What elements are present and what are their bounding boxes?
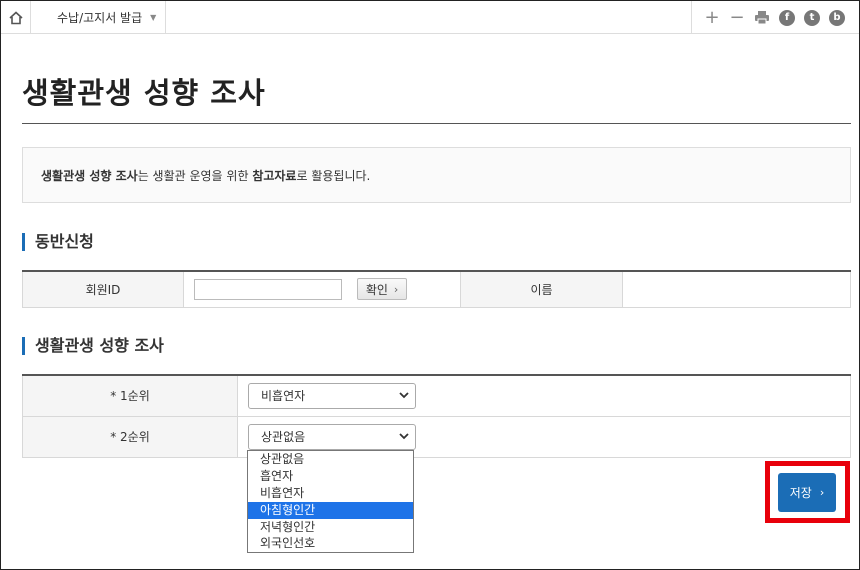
option-item[interactable]: 비흡연자 xyxy=(248,485,413,502)
chevron-right-icon: › xyxy=(819,486,825,499)
chevron-right-icon: › xyxy=(393,282,399,296)
name-value xyxy=(622,270,851,308)
blog-icon[interactable]: b xyxy=(829,9,845,26)
twitter-icon[interactable]: t xyxy=(804,9,820,26)
option-item[interactable]: 외국인선호 xyxy=(248,535,413,552)
save-button-label: 저장 xyxy=(789,486,812,500)
option-item-highlighted[interactable]: 아침형인간 xyxy=(248,501,413,519)
notice-emphasis-2: 참고자료 xyxy=(252,168,297,183)
breadcrumb-label: 수납/고지서 발급 xyxy=(57,11,143,25)
survey-section-heading: 생활관생 성향 조사 xyxy=(22,337,164,355)
rank2-selected-value: 상관없음 xyxy=(261,430,306,444)
notice-box: 생활관생 성향 조사는 생활관 운영을 위한 참고자료로 활용됩니다. xyxy=(22,147,851,203)
option-item[interactable]: 상관없음 xyxy=(248,451,413,468)
rank2-options-list: 상관없음 흡연자 비흡연자 아침형인간 저녁형인간 외국인선호 xyxy=(247,450,414,554)
rank1-cell: 비흡연자 xyxy=(237,374,851,417)
home-button[interactable] xyxy=(1,1,31,34)
table-row: 회원ID 확인 › 이름 xyxy=(22,270,851,308)
check-button-label: 확인 xyxy=(365,282,388,297)
breadcrumb-dropdown[interactable]: 수납/고지서 발급 ▼ xyxy=(31,1,166,34)
companion-table: 회원ID 확인 › 이름 xyxy=(22,270,851,308)
chevron-down-icon xyxy=(399,432,409,439)
print-icon[interactable] xyxy=(754,10,770,26)
member-id-input[interactable] xyxy=(194,278,342,300)
rank2-select[interactable]: 상관없음 xyxy=(248,423,416,450)
top-bar: 수납/고지서 발급 ▼ + − f t b xyxy=(1,1,859,34)
zoom-out-icon[interactable]: − xyxy=(729,8,745,26)
rank1-selected-value: 비흡연자 xyxy=(261,389,306,404)
page-title: 생활관생 성향 조사 xyxy=(22,76,266,110)
name-label: 이름 xyxy=(460,270,623,308)
rank2-label: * 2순위 xyxy=(22,415,238,458)
member-id-cell: 확인 › xyxy=(183,270,461,308)
companion-section-heading: 동반신청 xyxy=(22,233,94,251)
survey-table: * 1순위 비흡연자 * 2순위 상관없음 xyxy=(22,374,851,458)
home-icon xyxy=(8,10,23,24)
caret-down-icon: ▼ xyxy=(150,13,157,22)
title-divider xyxy=(22,123,851,124)
table-row: * 1순위 비흡연자 xyxy=(22,374,851,417)
chevron-down-icon xyxy=(399,392,409,399)
notice-emphasis-1: 생활관생 성향 조사 xyxy=(41,168,138,183)
option-item[interactable]: 흡연자 xyxy=(248,468,413,485)
toolbar-icons: + − f t b xyxy=(691,1,859,34)
save-button[interactable]: 저장 › xyxy=(778,473,836,512)
rank1-label: * 1순위 xyxy=(22,374,238,417)
zoom-in-icon[interactable]: + xyxy=(704,8,720,26)
table-row: * 2순위 상관없음 xyxy=(22,415,851,458)
facebook-icon[interactable]: f xyxy=(779,9,795,26)
option-item[interactable]: 저녁형인간 xyxy=(248,519,413,536)
rank1-select[interactable]: 비흡연자 xyxy=(248,382,416,409)
notice-text-2: 로 활용됩니다. xyxy=(296,168,371,183)
notice-text-1: 는 생활관 운영을 위한 xyxy=(137,168,253,183)
member-id-label: 회원ID xyxy=(22,270,184,308)
check-button[interactable]: 확인 › xyxy=(356,278,408,301)
